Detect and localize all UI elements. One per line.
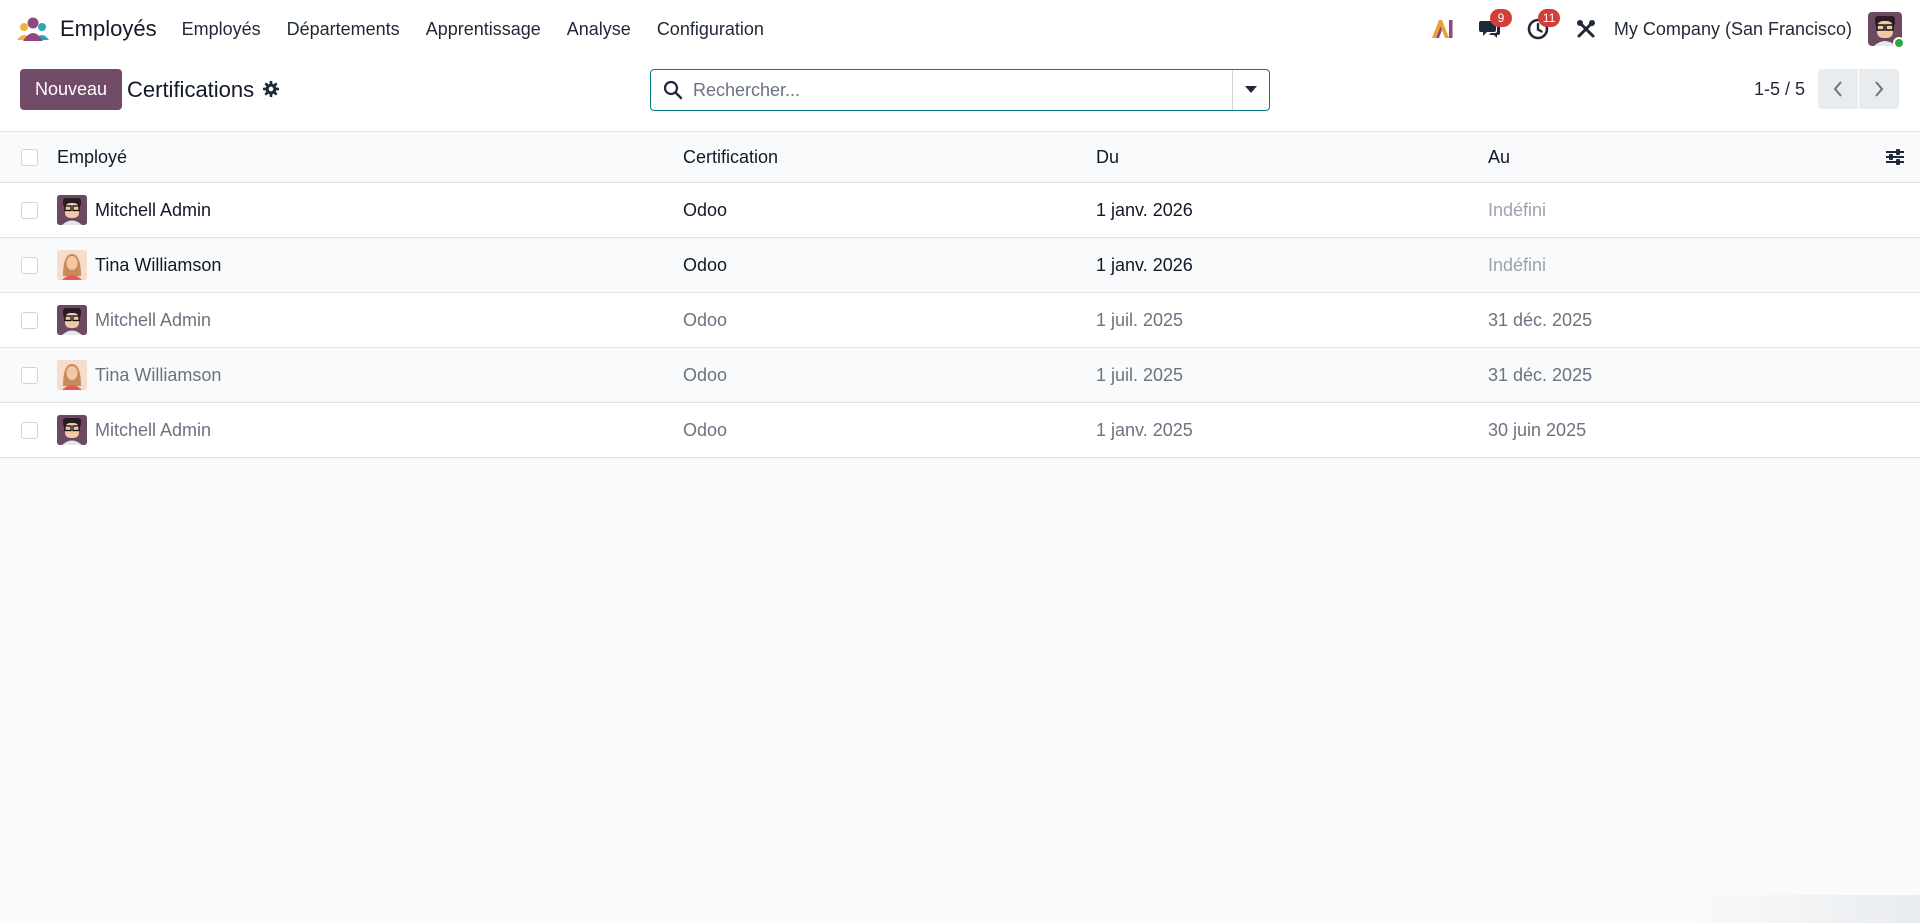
main-menu: Employés Départements Apprentissage Anal… [182,19,790,40]
pager-value[interactable]: 1-5 / 5 [1754,79,1805,100]
certification-cell: Odoo [683,199,728,220]
certification-cell: Odoo [683,254,728,275]
table-row[interactable]: Mitchell Admin Odoo 1 janv. 2025 30 juin… [0,403,1920,458]
table-row[interactable]: Mitchell Admin Odoo 1 juil. 2025 31 déc.… [0,293,1920,348]
activity-clock-icon[interactable]: 11 [1524,9,1561,43]
app-brand[interactable]: Employés [16,16,157,42]
employees-app-icon [17,17,49,41]
page-title: Certifications [127,77,255,102]
company-switcher[interactable]: My Company (San Francisco) [1614,19,1852,40]
date-to-cell: 31 déc. 2025 [1488,309,1593,330]
pager-previous-button[interactable] [1818,69,1858,109]
new-button[interactable]: Nouveau [20,69,122,110]
gear-icon[interactable] [262,80,280,98]
avatar [57,360,87,390]
optional-columns-icon[interactable] [1884,146,1906,168]
messages-badge: 9 [1489,9,1512,27]
tools-icon[interactable] [1572,15,1600,43]
certifications-table: Employé Certification Du Au Mitchell Adm… [0,132,1920,458]
certification-cell: Odoo [683,309,728,330]
employee-cell: Mitchell Admin [57,415,211,445]
date-from-cell: 1 janv. 2026 [1096,254,1193,275]
certification-cell: Odoo [683,419,728,440]
date-from-cell: 1 juil. 2025 [1096,309,1184,330]
table-row[interactable]: Mitchell Admin Odoo 1 janv. 2026 Indéfin… [0,183,1920,238]
employee-cell: Mitchell Admin [57,305,211,335]
certification-cell: Odoo [683,364,728,385]
chevron-left-icon [1833,81,1842,97]
row-checkbox[interactable] [21,421,38,439]
messaging-icon[interactable]: 9 [1476,9,1512,43]
table-row[interactable]: Tina Williamson Odoo 1 juil. 2025 31 déc… [0,348,1920,403]
employee-name: Tina Williamson [95,254,222,275]
table-row[interactable]: Tina Williamson Odoo 1 janv. 2026 Indéfi… [0,238,1920,293]
menu-item-employees[interactable]: Employés [182,19,261,40]
employee-name: Mitchell Admin [95,199,212,220]
menu-item-configuration[interactable]: Configuration [657,19,764,40]
avatar [57,305,87,335]
avatar [57,250,87,280]
search-bar [650,69,1270,111]
employee-name: Mitchell Admin [95,419,212,440]
caret-down-icon [1245,86,1257,93]
ai-icon[interactable] [1428,15,1456,43]
top-navbar: Employés Employés Départements Apprentis… [0,0,1920,58]
table-header: Employé Certification Du Au [0,132,1920,183]
menu-item-analysis[interactable]: Analyse [567,19,631,40]
employee-cell: Tina Williamson [57,360,221,390]
row-checkbox[interactable] [21,256,38,274]
search-options-toggle[interactable] [1232,70,1269,110]
online-status-dot [1893,37,1905,49]
date-from-cell: 1 janv. 2025 [1096,419,1193,440]
date-to-cell: 30 juin 2025 [1488,419,1587,440]
menu-item-learning[interactable]: Apprentissage [426,19,541,40]
corner-shadow [1690,895,1920,923]
control-panel: Nouveau Certifications 1-5 / 5 [0,58,1920,132]
date-from-cell: 1 juil. 2025 [1096,364,1184,385]
row-checkbox[interactable] [21,311,38,329]
employee-name: Tina Williamson [95,364,222,385]
search-input[interactable] [693,71,1232,109]
activities-badge: 11 [1537,9,1561,27]
user-avatar[interactable] [1868,12,1905,49]
app-name: Employés [60,16,157,41]
pager-next-button[interactable] [1859,69,1899,109]
navbar-systray: 9 11 My Company (San Francisco) [1408,0,1905,58]
column-header-to[interactable]: Au [1488,147,1510,168]
menu-item-departments[interactable]: Départements [287,19,400,40]
chevron-right-icon [1875,81,1884,97]
date-to-cell: 31 déc. 2025 [1488,364,1593,385]
row-checkbox[interactable] [21,366,38,384]
date-to-cell: Indéfini [1488,199,1547,220]
employee-cell: Mitchell Admin [57,195,211,225]
select-all-checkbox[interactable] [21,148,38,166]
avatar [57,415,87,445]
column-header-employee[interactable]: Employé [57,147,127,168]
column-header-certification[interactable]: Certification [683,147,778,168]
row-checkbox[interactable] [21,201,38,219]
employee-name: Mitchell Admin [95,309,212,330]
avatar [57,195,87,225]
date-from-cell: 1 janv. 2026 [1096,199,1193,220]
employee-cell: Tina Williamson [57,250,221,280]
search-icon [663,80,683,100]
date-to-cell: Indéfini [1488,254,1547,275]
column-header-from[interactable]: Du [1096,147,1119,168]
